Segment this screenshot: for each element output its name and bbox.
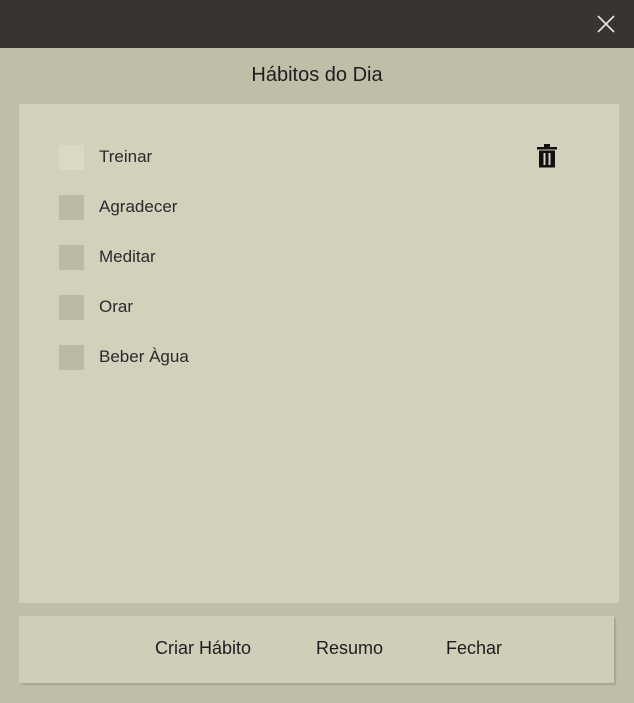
habit-checkbox[interactable] [59,144,84,170]
habit-label: Agradecer [99,197,178,216]
close-button[interactable]: Fechar [446,638,502,659]
footer-bar: Criar Hábito Resumo Fechar [19,616,614,683]
habit-checkbox[interactable] [59,194,84,220]
close-icon [597,15,615,33]
list-item[interactable]: Agradecer [59,194,589,220]
page-title: Hábitos do Dia [251,64,383,86]
habit-label: Orar [99,297,133,316]
list-item[interactable]: Treinar [59,144,589,170]
habit-checkbox[interactable] [59,344,84,370]
summary-button[interactable]: Resumo [316,638,383,659]
habit-label: Beber Àgua [99,347,189,366]
list-item[interactable]: Meditar [59,244,589,270]
habit-label: Treinar [99,147,153,166]
habit-checkbox[interactable] [59,294,84,320]
close-window-button[interactable] [592,10,620,38]
create-habit-button[interactable]: Criar Hábito [155,638,251,659]
list-item[interactable]: Beber Àgua [59,344,589,370]
title-bar [0,0,634,48]
habit-list: Treinar Agradecer Meditar Orar Beber Àgu… [19,104,619,603]
delete-habit-button[interactable] [537,142,557,170]
list-item[interactable]: Orar [59,294,589,320]
habit-checkbox[interactable] [59,244,84,270]
habit-label: Meditar [99,247,156,266]
trash-icon [537,144,557,168]
